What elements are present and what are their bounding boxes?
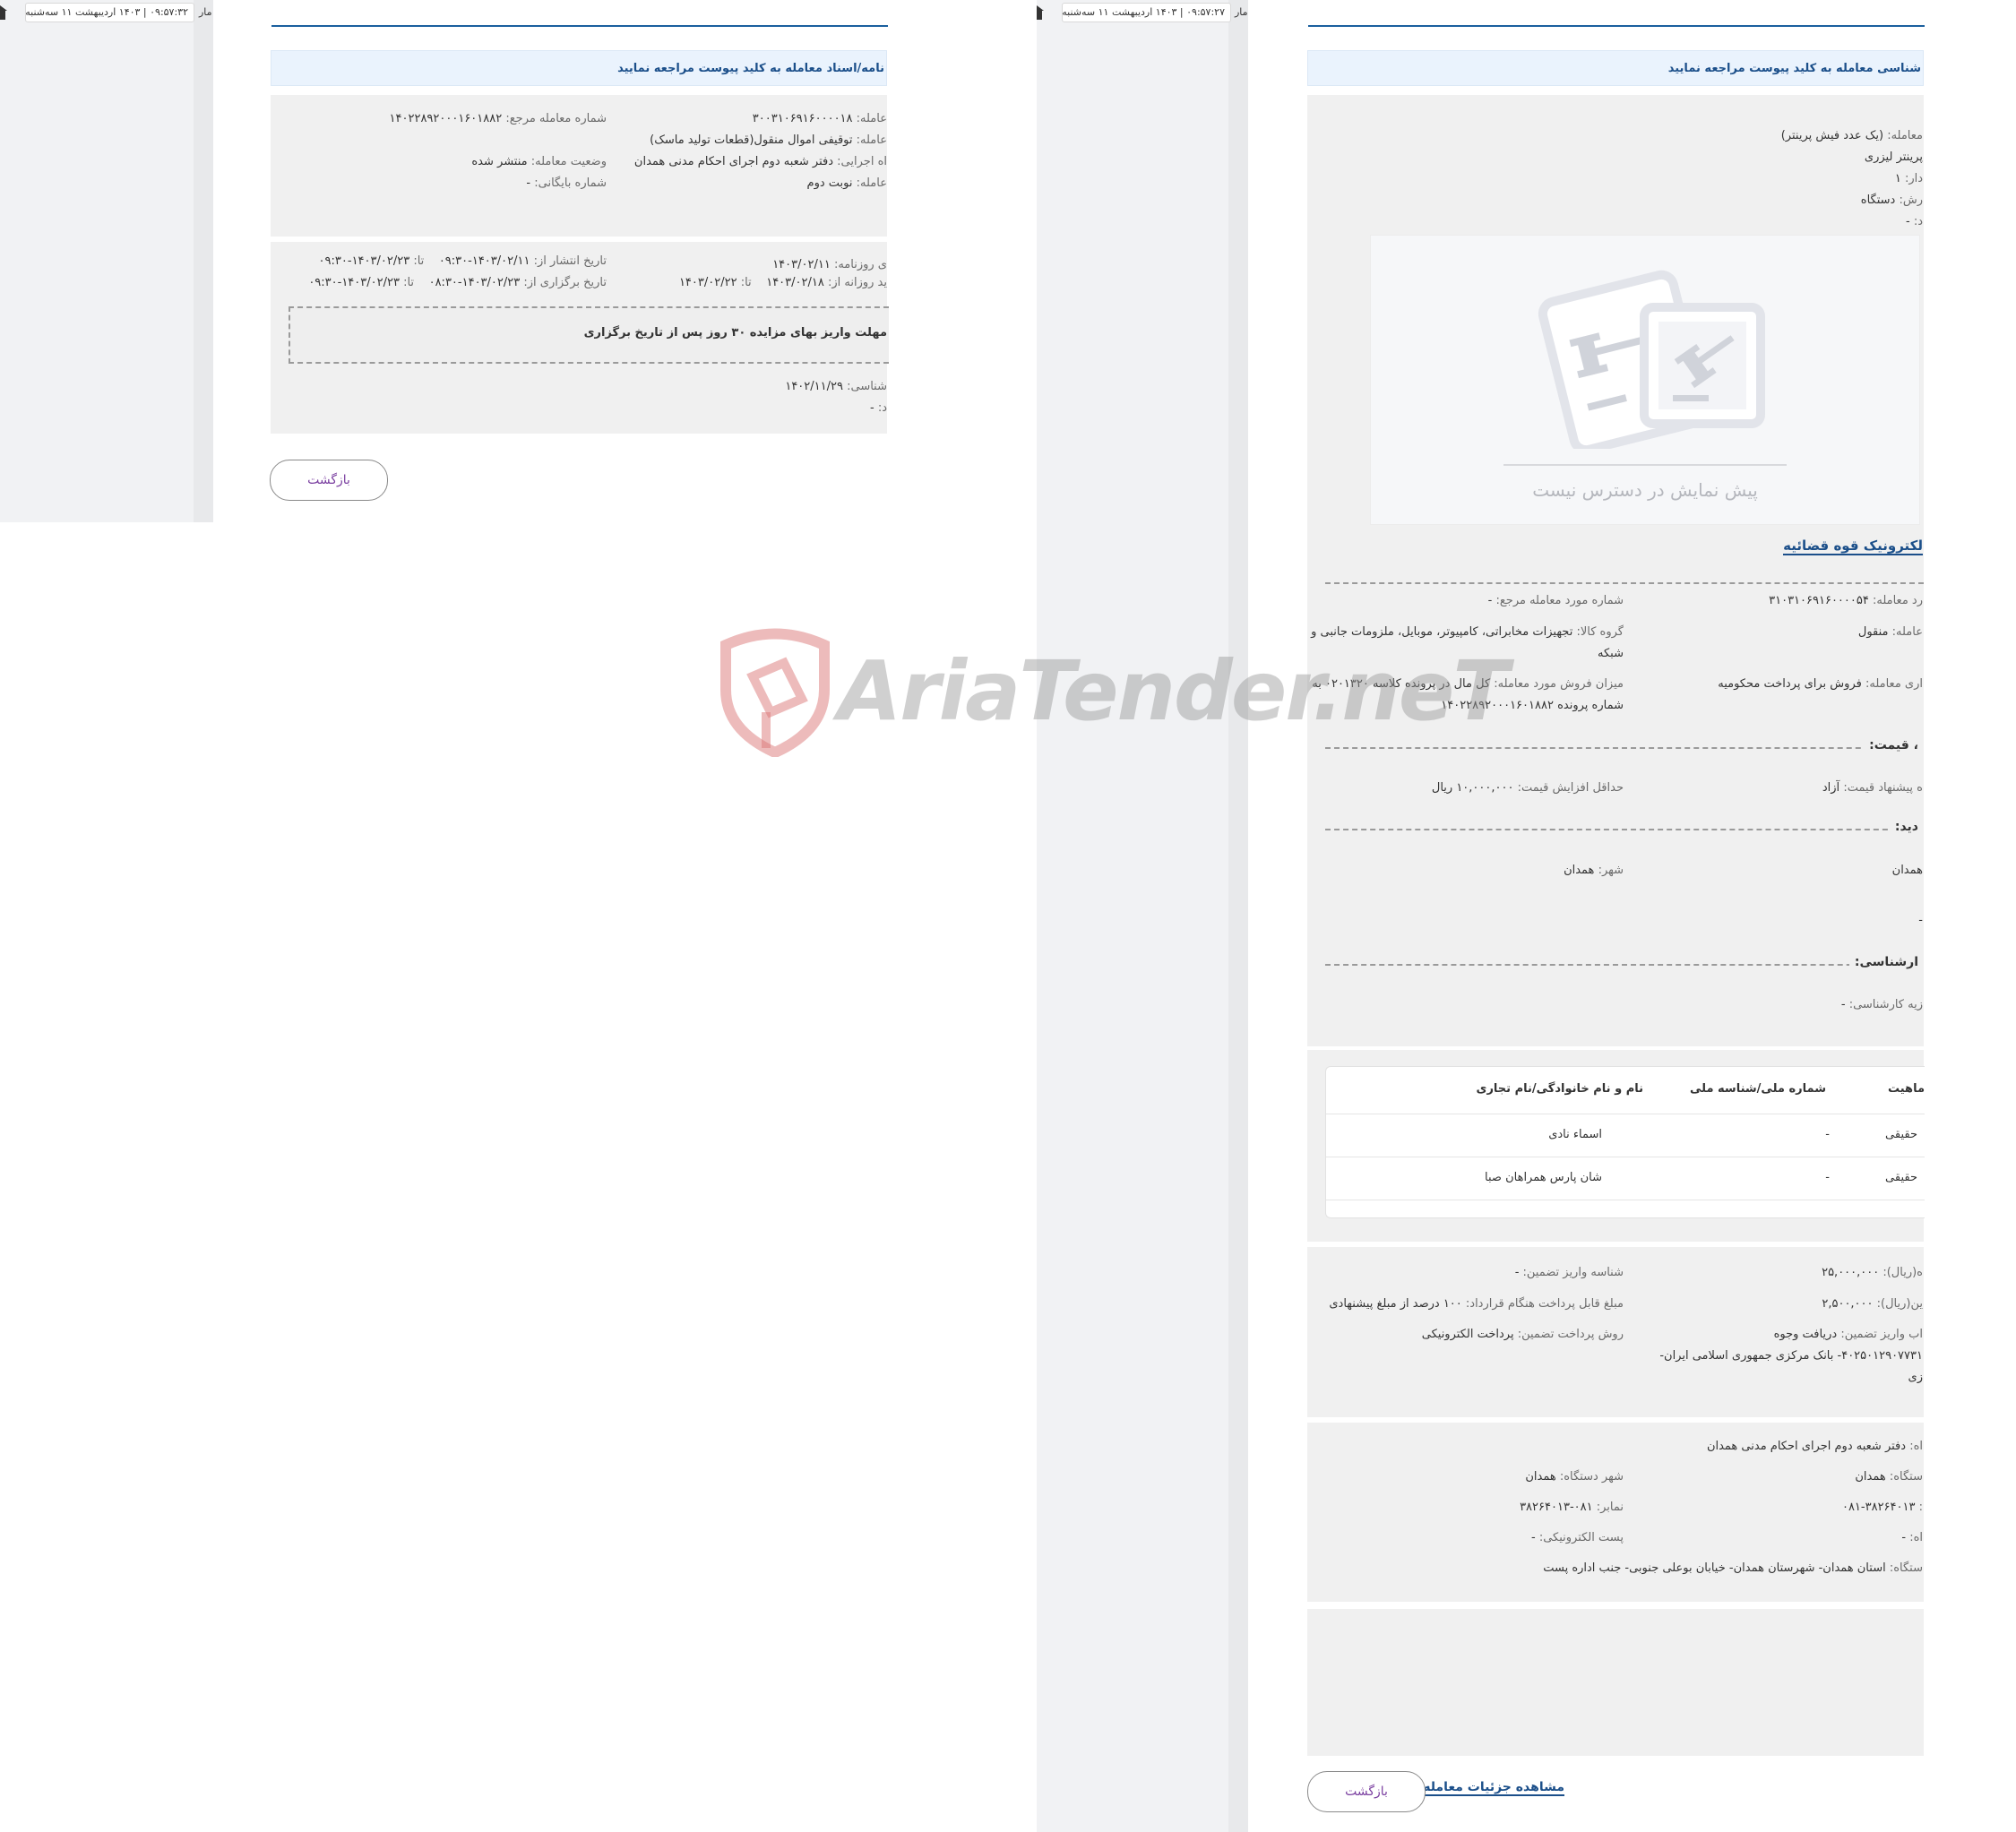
right-home-icon[interactable] [1037,5,1044,20]
deal-reason: اری معامله: فروش برای پرداخت محکومیه [1718,677,1923,691]
visit-dash: - [1918,914,1923,927]
left-publish-dates: تاریخ انتشار از: ۱۴۰۳/۰۲/۱۱-۰۹:۳۰ تا: ۱۴… [318,254,607,268]
table-row: حقیقی - شان پارس همراهان صبا [1326,1157,1925,1200]
left-deal-round: عامله: نوبت دوم [806,176,887,190]
left-exec-office: اه اجرایی: دفتر شعبه دوم اجرای احکام مدن… [633,155,887,168]
owners-table: ماهیت شماره ملی/شناسه ملی نام و نام خانو… [1325,1066,1925,1218]
goods-group: گروه کالا: تجهیزات مخابراتی، کامپیوتر، م… [1311,625,1624,639]
left-visit-dates: ید روزانه از: ۱۴۰۳/۰۲/۱۸ تا: ۱۴۰۳/۰۲/۲۲ [678,276,887,289]
watermark-text: AriaTender.neT [838,643,1509,739]
item-line2: پرینتر لیزری [1864,151,1923,164]
right-header-line [1308,25,1925,27]
left-deal-title: عامله: توقیفی اموال منقول(قطعات تولید ما… [650,133,887,147]
preview-divider [1503,464,1787,466]
left-expert-date: شناسی: ۱۴۰۲/۱۱/۲۹ [785,380,887,393]
row-type: حقیقی [1885,1171,1917,1184]
office-province: ستگاه: همدان [1855,1470,1923,1484]
office-city: شهر دستگاه: همدان [1525,1470,1624,1484]
left-back-button[interactable]: بازگشت [270,460,388,501]
right-inner-strip [1228,0,1248,1832]
left-extra-field: د: - [869,401,887,415]
office-fax: نمابر: ۰۸۱-۳۸۲۶۴۰۱۳ [1520,1501,1624,1514]
left-header-line [271,25,888,27]
separator-expert [1325,964,1924,966]
separator-visit [1325,829,1924,830]
visit-section-title: دید: [1889,820,1924,834]
expert-fee: زیه کارشناسی: - [1840,998,1923,1011]
left-sidebar-strip [0,0,213,522]
office-email: پست الکترونیکی: - [1530,1531,1624,1544]
left-ref-number: شماره معامله مرجع: ۱۴۰۲۲۸۹۲۰۰۰۱۶۰۱۸۸۲ [389,112,607,125]
shield-logo-icon [720,628,830,757]
visit-province: همدان [1891,864,1923,877]
left-hold-dates: تاریخ برگزاری از: ۱۴۰۳/۰۲/۲۳-۰۸:۳۰ تا: ۱… [308,276,607,289]
left-top-partial-label: مار [199,6,212,18]
separator-1 [1325,582,1924,584]
left-payment-note: مهلت واریز بهای مزایده ۳۰ روز پس از تاری… [583,326,887,340]
office-address: ستگاه: استان همدان- شهرستان همدان- خیابا… [1543,1561,1923,1575]
deposit-account-line2: ۴۰۲۵۰۱۲۹۰۷۷۳۱- بانک مرکزی جمهوری اسلامی … [1659,1349,1923,1363]
visit-city: شهر: همدان [1564,864,1624,877]
min-increase: حداقل افزایش قیمت: ۱۰,۰۰۰,۰۰۰ ریال [1431,781,1624,795]
guarantee-amount: ین(ریال): ۲,۵۰۰,۰۰۰ [1822,1297,1923,1311]
base-price: ه(ریال): ۲۵,۰۰۰,۰۰۰ [1822,1266,1923,1279]
right-notice-banner: شناسی معامله به کلید پیوست مراجعه نمایید [1307,50,1924,86]
office-site: اه: - [1901,1531,1923,1544]
contract-payment: مبلغ قابل پرداخت هنگام قرارداد: ۱۰۰ درصد… [1329,1297,1624,1311]
row-national-id: - [1825,1128,1830,1141]
table-header-name: نام و نام خانوادگی/نام تجاری [1476,1082,1643,1096]
table-header-national-id: شماره ملی/شناسه ملی [1690,1082,1826,1096]
price-section-title: ، قیمت: [1864,738,1924,753]
deal-type: عامله: منقول [1857,625,1923,639]
right-sidebar-strip [1037,0,1248,1832]
left-deal-status: وضعیت معامله: منتشر شده [471,155,607,168]
empty-panel [1307,1609,1924,1756]
table-header-type: ماهیت [1887,1082,1925,1096]
deposit-id: شناسه واریز تضمین: - [1514,1266,1624,1279]
deposit-account: اب واریز تضمین: دریافت وجوه [1773,1328,1923,1341]
row-name: شان پارس همراهان صبا [1485,1171,1602,1184]
image-preview: پیش نمایش در دسترس نیست [1370,235,1920,525]
table-row: حقیقی - اسماء نادی [1326,1114,1925,1157]
item-number: رد معامله: ۳۱۰۳۱۰۶۹۱۶۰۰۰۰۵۴ [1769,594,1923,607]
right-datetime: ۰۹:۵۷:۲۷ | ۱۴۰۳ اردیبهشت ۱۱ سه‌شنبه [1062,3,1231,22]
gavel-document-icon [1538,270,1765,449]
item-ref-number: شماره مورد معامله مرجع: - [1487,594,1624,607]
offer-type: ه پیشنهاد قیمت: آزاد [1822,781,1923,795]
item-extra: د: - [1905,215,1923,228]
ariatender-logo: AriaTender.neT [717,627,1509,761]
deposit-account-line3: زی [1908,1371,1923,1384]
left-newspaper-date: ی روزنامه: ۱۴۰۳/۰۲/۱۱ [772,258,887,271]
home-icon[interactable] [0,5,7,20]
left-datetime: ۰۹:۵۷:۳۲ | ۱۴۰۳ اردیبهشت ۱۱ سه‌شنبه [25,3,194,22]
left-deal-number: عامله: ۳۰۰۳۱۰۶۹۱۶۰۰۰۰۱۸ [752,112,887,125]
judiciary-link[interactable]: لکترونیک قوه قضائیه [1783,538,1923,555]
goods-group-line2: شبکه [1598,647,1624,660]
row-type: حقیقی [1885,1128,1917,1141]
office-phone: : ۰۸۱-۳۸۲۶۴۰۱۳ [1841,1501,1923,1514]
item-title: معامله: (یک عدد فیش پرینتر) [1780,129,1923,142]
item-quantity: دار: ۱ [1894,172,1923,185]
left-notice-banner: نامه/اسناد معامله به کلید پیوست مراجعه ن… [271,50,887,86]
row-national-id: - [1825,1171,1830,1184]
right-top-partial-label: مار [1235,6,1248,18]
item-unit: رش: دستگاه [1860,194,1923,207]
preview-unavailable-text: پیش نمایش در دسترس نیست [1532,479,1758,501]
row-name: اسماء نادی [1548,1128,1602,1141]
left-inner-strip [194,0,213,522]
separator-price [1325,747,1924,749]
payment-method: روش پرداخت تضمین: پرداخت الکترونیکی [1421,1328,1624,1341]
office-name: اه: دفتر شعبه دوم اجرای احکام مدنی همدان [1706,1440,1923,1453]
right-back-button[interactable]: بازگشت [1307,1771,1426,1812]
left-archive-number: شماره بایگانی: - [526,176,607,190]
expert-section-title: ارشناسی: [1848,955,1924,969]
view-deal-details-link[interactable]: مشاهده جزئیات معامله [1423,1780,1564,1796]
